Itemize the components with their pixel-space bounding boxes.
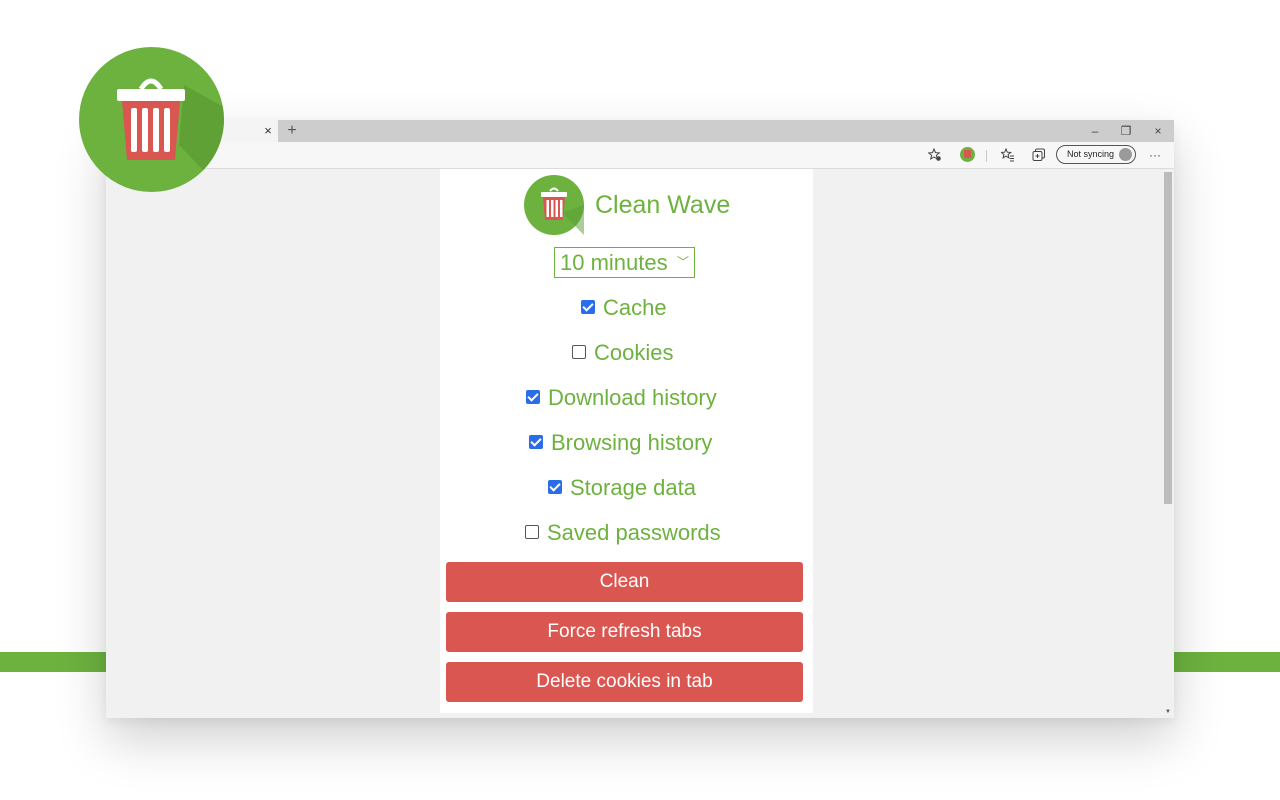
favorites-icon[interactable] (999, 146, 1017, 164)
option-label: Cache (603, 295, 667, 320)
profile-avatar-icon (1119, 148, 1132, 161)
star-settings-icon[interactable] (926, 146, 944, 164)
minimize-icon[interactable]: – (1086, 123, 1104, 139)
toolbar-divider (986, 150, 987, 162)
cache-checkbox[interactable] (581, 300, 595, 314)
browser-toolbar: Not syncing ··· (106, 142, 1174, 169)
scroll-down-arrow-icon[interactable]: ▼ (1164, 708, 1172, 716)
tab-close-icon[interactable]: × (261, 123, 275, 139)
more-menu-icon[interactable]: ··· (1146, 146, 1164, 164)
option-label: Browsing history (551, 430, 713, 455)
chevron-down-icon: ﹀ (676, 255, 689, 269)
download-history-checkbox[interactable] (526, 390, 540, 404)
clean-wave-large-logo-icon (79, 47, 224, 192)
collections-icon[interactable] (1030, 146, 1048, 164)
browsing-history-checkbox[interactable] (529, 435, 543, 449)
new-tab-icon[interactable]: + (284, 122, 300, 140)
storage-data-checkbox[interactable] (548, 480, 562, 494)
cookies-checkbox[interactable] (572, 345, 586, 359)
clean-button[interactable]: Clean (446, 562, 803, 602)
window-close-icon[interactable]: × (1149, 123, 1167, 139)
delete-cookies-in-tab-button[interactable]: Delete cookies in tab (446, 662, 803, 702)
clean-wave-popup: Clean Wave 10 minutes ﹀ Cache Cookies Do… (440, 169, 813, 713)
interval-select-value: 10 minutes (560, 250, 668, 275)
clean-wave-logo-icon (524, 175, 584, 235)
force-refresh-tabs-button[interactable]: Force refresh tabs (446, 612, 803, 652)
option-label: Storage data (570, 475, 696, 500)
saved-passwords-checkbox[interactable] (525, 525, 539, 539)
sync-status-label: Not syncing (1067, 149, 1115, 159)
popup-title: Clean Wave (595, 191, 731, 219)
page-scrollbar-thumb[interactable] (1164, 172, 1172, 504)
tab-strip: × + – ❐ × (106, 120, 1174, 142)
interval-select[interactable]: 10 minutes ﹀ (554, 247, 695, 278)
clean-wave-extension-icon[interactable] (960, 147, 975, 162)
profile-sync-button[interactable]: Not syncing (1056, 145, 1136, 164)
option-label: Cookies (594, 340, 674, 365)
restore-icon[interactable]: ❐ (1117, 123, 1135, 139)
option-label: Download history (548, 385, 717, 410)
option-label: Saved passwords (547, 520, 721, 545)
browser-window: × + – ❐ × Not syncing ··· ▲ ▼ (106, 120, 1174, 718)
